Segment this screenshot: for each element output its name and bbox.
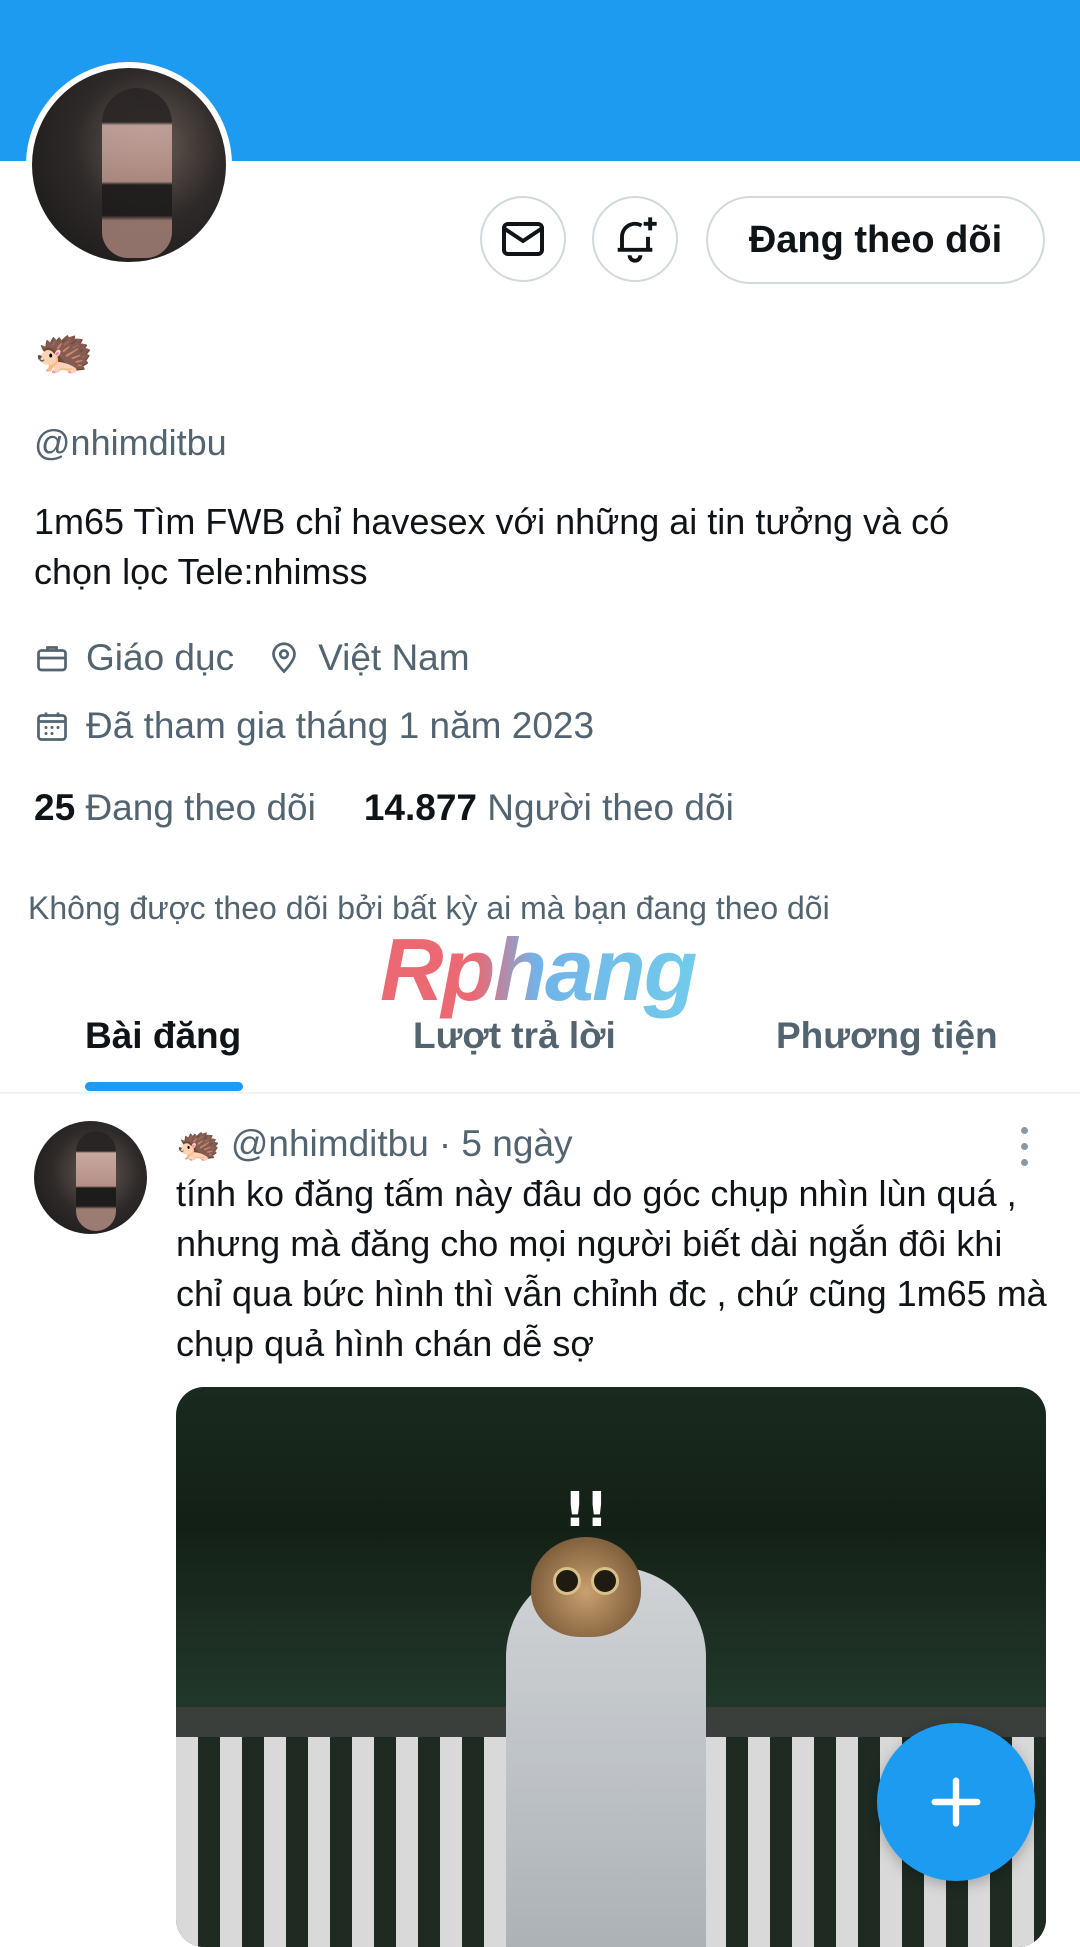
bell-plus-icon (617, 217, 657, 263)
mail-icon (502, 222, 544, 256)
profile-location: Việt Nam (318, 637, 470, 678)
profile-tabs: Bài đăng Lượt trả lời Phương tiện (0, 980, 1080, 1094)
avatar-photo (102, 88, 172, 258)
display-name-emoji: 🦔 (34, 325, 94, 378)
cat-face-sticker (531, 1537, 641, 1637)
more-options-icon[interactable] (1012, 1122, 1036, 1170)
plus-icon (931, 1777, 981, 1827)
tab-replies[interactable]: Lượt trả lời (413, 980, 616, 1092)
notifications-button[interactable] (592, 196, 678, 282)
briefcase-icon (34, 640, 70, 676)
post-author-avatar[interactable] (34, 1121, 147, 1234)
profile-joined-date: Đã tham gia tháng 1 năm 2023 (86, 705, 595, 746)
following-button[interactable]: Đang theo dõi (706, 196, 1045, 284)
post-author-handle[interactable]: @nhimditbu (231, 1123, 429, 1165)
compose-button[interactable] (877, 1723, 1035, 1881)
active-tab-indicator (85, 1082, 243, 1091)
post-text: tính ko đăng tấm này đâu do góc chụp nhì… (176, 1173, 1047, 1364)
following-stat[interactable]: 25 Đang theo dõi (34, 787, 316, 829)
calendar-icon (34, 708, 70, 744)
profile-meta-row: Giáo dục Việt Nam (34, 630, 470, 686)
post-timestamp[interactable]: · 5 ngày (439, 1123, 573, 1165)
followers-stat[interactable]: 14.877 Người theo dõi (364, 787, 734, 829)
tab-posts[interactable]: Bài đăng (85, 980, 241, 1092)
sticker-exclamation: !! (564, 1482, 608, 1538)
follow-stats: 25 Đang theo dõi 14.877 Người theo dõi (34, 780, 734, 836)
profile-avatar[interactable] (26, 62, 232, 268)
profile-handle: @nhimditbu (34, 422, 227, 463)
profile-category: Giáo dục (86, 637, 235, 678)
message-button[interactable] (480, 196, 566, 282)
tab-media[interactable]: Phương tiện (776, 980, 998, 1092)
location-icon (266, 640, 302, 676)
post-avatar-photo (76, 1131, 116, 1231)
profile-bio: 1m65 Tìm FWB chỉ havesex với những ai ti… (34, 501, 950, 592)
post-header: 🦔 @nhimditbu · 5 ngày (176, 1118, 573, 1170)
post-author-emoji: 🦔 (176, 1123, 221, 1164)
profile-joined-row: Đã tham gia tháng 1 năm 2023 (34, 698, 594, 754)
